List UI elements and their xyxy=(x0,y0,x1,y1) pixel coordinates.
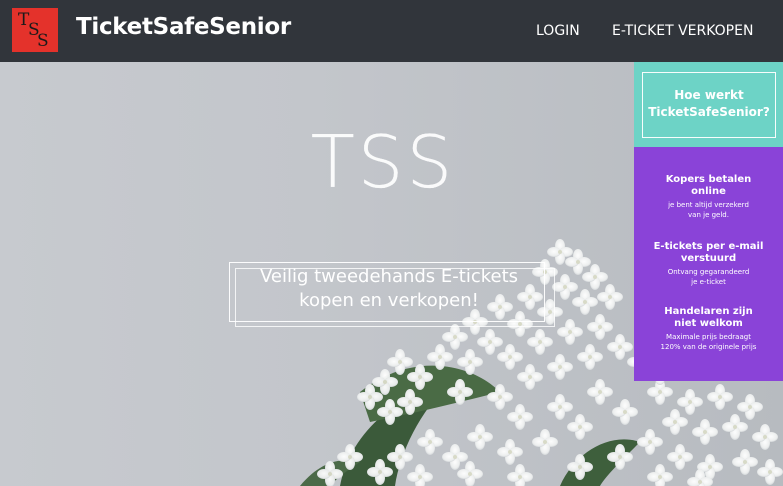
tagline-line-1: Veilig tweedehands E-tickets xyxy=(259,266,519,287)
feature-desc-line: 120% van de originele prijs xyxy=(660,343,757,351)
how-it-works-line-1: Hoe werkt xyxy=(674,88,744,102)
feature-title: E-tickets per e-mail verstuurd xyxy=(634,241,783,265)
feature-email-delivery: E-tickets per e-mail verstuurd Ontvang g… xyxy=(634,241,783,287)
feature-title-line: verstuurd xyxy=(680,253,737,264)
nav-sell-ticket-link[interactable]: E-TICKET VERKOPEN xyxy=(612,23,753,39)
feature-description: Maximale prijs bedraagt 120% van de orig… xyxy=(634,332,783,352)
feature-title-line: online xyxy=(691,186,726,197)
logo-letter-s2: S xyxy=(37,31,49,51)
how-it-works-button[interactable]: Hoe werkt TicketSafeSenior? xyxy=(642,72,776,138)
feature-desc-line: Ontvang gegarandeerd xyxy=(667,268,750,276)
feature-title-line: Kopers betalen xyxy=(665,174,752,185)
top-navbar: T S S TicketSafeSenior LOGIN E-TICKET VE… xyxy=(0,0,783,62)
site-logo[interactable]: T S S xyxy=(12,8,58,52)
feature-description: je bent altijd verzekerd van je geld. xyxy=(634,200,783,220)
how-it-works-panel: Hoe werkt TicketSafeSenior? xyxy=(634,62,783,147)
tagline-line-2: kopen en verkopen! xyxy=(299,290,479,311)
hero-tagline: Veilig tweedehands E-tickets kopen en ve… xyxy=(229,265,549,313)
feature-title: Handelaren zijn niet welkom xyxy=(634,306,783,330)
feature-title-line: E-tickets per e-mail xyxy=(653,241,764,252)
feature-title-line: niet welkom xyxy=(674,318,743,329)
feature-description: Ontvang gegarandeerd je e-ticket xyxy=(634,267,783,287)
feature-desc-line: Maximale prijs bedraagt xyxy=(666,333,751,341)
feature-no-traders: Handelaren zijn niet welkom Maximale pri… xyxy=(634,306,783,352)
feature-online-payment: Kopers betalen online je bent altijd ver… xyxy=(634,174,783,220)
feature-desc-line: van je geld. xyxy=(688,211,729,219)
feature-desc-line: je e-ticket xyxy=(691,278,726,286)
brand-name[interactable]: TicketSafeSenior xyxy=(76,14,291,40)
how-it-works-line-2: TicketSafeSenior? xyxy=(648,105,770,119)
feature-title: Kopers betalen online xyxy=(634,174,783,198)
nav-login-link[interactable]: LOGIN xyxy=(536,23,580,39)
feature-title-line: Handelaren zijn xyxy=(664,306,753,317)
features-panel: Kopers betalen online je bent altijd ver… xyxy=(634,147,783,381)
feature-desc-line: je bent altijd verzekerd xyxy=(668,201,749,209)
